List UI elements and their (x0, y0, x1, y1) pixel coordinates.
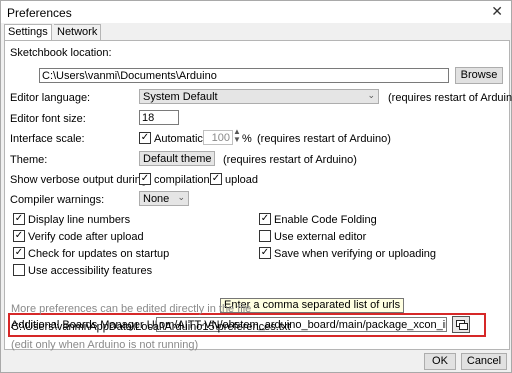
compiler-warnings-label: Compiler warnings: (10, 194, 105, 206)
check-updates-checkbox[interactable]: ✓ (13, 247, 25, 259)
more-preferences-text: More preferences can be edited directly … (11, 303, 252, 315)
verify-after-upload-label: Verify code after upload (28, 231, 144, 243)
sketchbook-path-input[interactable]: C:\Users\vanmi\Documents\Arduino (39, 68, 449, 83)
code-folding-label: Enable Code Folding (274, 214, 377, 226)
interface-scale-label: Interface scale: (10, 133, 85, 145)
automatic-checkbox[interactable]: ✓ (139, 132, 151, 144)
browse-button[interactable]: Browse (455, 67, 503, 84)
scale-stepper-icon[interactable]: ▲ ▼ (233, 128, 241, 144)
chevron-down-icon: ⌄ (177, 192, 185, 202)
window-title: Preferences (7, 6, 72, 20)
preferences-window: Preferences ✕ Settings Network Sketchboo… (0, 0, 512, 373)
save-when-verifying-label: Save when verifying or uploading (274, 248, 437, 260)
font-size-input[interactable]: 18 (139, 110, 179, 125)
tab-network[interactable]: Network (54, 24, 102, 40)
verbose-compilation-checkbox[interactable]: ✓ (139, 173, 151, 185)
accessibility-label: Use accessibility features (28, 265, 153, 277)
scale-unit: % (242, 133, 252, 145)
display-line-numbers-label: Display line numbers (28, 214, 131, 226)
tab-bar: Settings Network (1, 24, 511, 41)
verify-after-upload-checkbox[interactable]: ✓ (13, 230, 25, 242)
theme-label: Theme: (10, 154, 48, 166)
chevron-down-icon: ⌄ (203, 152, 211, 162)
check-updates-label: Check for updates on startup (28, 248, 170, 260)
verbose-upload-label: upload (225, 174, 259, 186)
scale-input[interactable]: 100 (203, 130, 233, 145)
title-bar: Preferences ✕ (1, 1, 511, 23)
chevron-down-icon: ⌄ (367, 90, 375, 100)
theme-select[interactable]: Default theme ⌄ (139, 151, 215, 166)
edit-note: (edit only when Arduino is not running) (11, 339, 199, 351)
close-icon[interactable]: ✕ (491, 3, 503, 20)
code-folding-checkbox[interactable]: ✓ (259, 213, 271, 225)
editor-language-label: Editor language: (10, 92, 91, 104)
automatic-label: Automatic (154, 133, 203, 145)
sketchbook-label: Sketchbook location: (10, 47, 112, 59)
display-line-numbers-checkbox[interactable]: ✓ (13, 213, 25, 225)
expand-urls-icon[interactable] (452, 316, 470, 333)
editor-language-note: (requires restart of Arduino) (388, 92, 512, 104)
editor-language-value: System Default (143, 91, 218, 103)
compiler-warnings-value: None (143, 193, 170, 205)
verbose-upload-checkbox[interactable]: ✓ (210, 173, 222, 185)
external-editor-checkbox[interactable] (259, 230, 271, 242)
ok-button[interactable]: OK (424, 353, 456, 370)
verbose-compilation-label: compilation (154, 174, 210, 186)
preferences-file-path: C:\Users\vanmi\AppData\Local\Arduino15\p… (11, 321, 291, 333)
compiler-warnings-select[interactable]: None ⌄ (139, 191, 189, 206)
editor-language-select[interactable]: System Default ⌄ (139, 89, 379, 104)
external-editor-label: Use external editor (274, 231, 367, 243)
theme-note: (requires restart of Arduino) (223, 154, 357, 166)
verbose-label: Show verbose output during: (10, 174, 151, 186)
accessibility-checkbox[interactable] (13, 264, 25, 276)
interface-scale-note: (requires restart of Arduino) (257, 133, 391, 145)
font-size-label: Editor font size: (10, 113, 86, 125)
tab-settings[interactable]: Settings (4, 24, 52, 41)
cancel-button[interactable]: Cancel (461, 353, 507, 370)
save-when-verifying-checkbox[interactable]: ✓ (259, 247, 271, 259)
theme-value: Default theme (143, 153, 212, 165)
